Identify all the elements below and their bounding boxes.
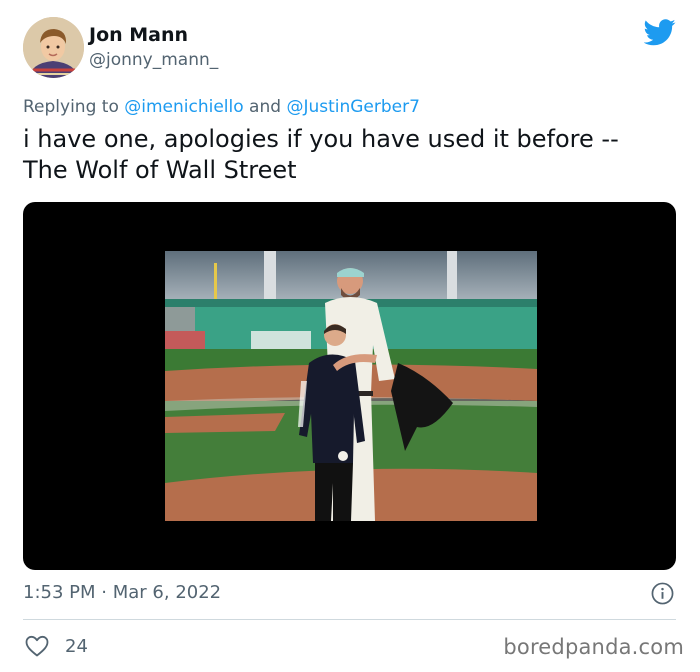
tweet-text-line-1: i have one, apologies if you have used i… [23,125,619,153]
author-avatar[interactable] [23,17,84,78]
tweet-date: Mar 6, 2022 [112,582,222,603]
reply-context: Replying to @imenichiello and @JustinGer… [23,96,420,118]
tweet-timestamp[interactable]: 1:53 PM · Mar 6, 2022 [23,582,221,604]
tweet-media[interactable] [23,202,676,570]
reply-joiner: and [249,97,282,117]
tweet-divider [23,619,676,620]
info-icon[interactable] [651,582,674,605]
like-action[interactable]: 24 [25,634,88,658]
reply-mention-1[interactable]: @imenichiello [124,97,243,117]
author-display-name[interactable]: Jon Mann [89,24,218,46]
reply-prefix: Replying to [23,97,119,117]
like-count: 24 [65,635,88,657]
author-names: Jon Mann @jonny_mann_ [89,24,218,70]
tweet-time: 1:53 PM [23,582,96,603]
baseball-field-photo[interactable] [165,251,537,521]
author-handle[interactable]: @jonny_mann_ [89,50,218,70]
tweet-header: Jon Mann @jonny_mann_ [23,17,680,81]
meta-separator: · [101,582,107,603]
photo-illustration [165,251,537,521]
child-portrait-avatar-icon [23,17,84,78]
boredpanda-watermark: boredpanda.com [503,635,684,659]
tweet-card: Jon Mann @jonny_mann_ Replying to @imeni… [0,0,700,672]
tweet-text: i have one, apologies if you have used i… [23,124,678,186]
heart-icon[interactable] [25,635,49,657]
tweet-text-line-2: The Wolf of Wall Street [23,156,297,184]
twitter-bird-icon[interactable] [644,19,676,46]
reply-mention-2[interactable]: @JustinGerber7 [286,97,420,117]
